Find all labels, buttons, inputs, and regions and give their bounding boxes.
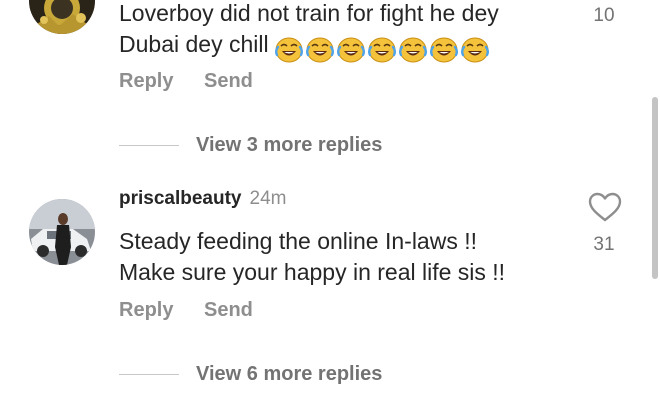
- timestamp: 24m: [249, 188, 287, 209]
- face-with-tears-of-joy-icon: [367, 37, 396, 63]
- comments-page: Loverboy did not train for fight he dey …: [0, 0, 660, 400]
- comment-line: Loverboy did not train for fight he dey: [119, 0, 499, 26]
- view-replies-label: View 3 more replies: [196, 133, 383, 156]
- reply-button[interactable]: Reply: [119, 70, 173, 93]
- avatar[interactable]: [29, 0, 95, 34]
- send-button[interactable]: Send: [204, 70, 253, 93]
- divider-line: [119, 144, 179, 146]
- heart-outline-icon[interactable]: [588, 192, 622, 222]
- avatar[interactable]: [29, 199, 95, 265]
- send-button[interactable]: Send: [204, 299, 253, 322]
- face-with-tears-of-joy-icon: [305, 37, 334, 63]
- emoji-group: [274, 33, 492, 64]
- view-replies-label: View 6 more replies: [196, 362, 383, 385]
- comment-text: Steady feeding the online In-laws !! Mak…: [119, 226, 505, 288]
- comment-line-text: Dubai dey chill: [119, 31, 269, 57]
- comment-header: priscalbeauty 24m: [119, 188, 286, 210]
- face-with-tears-of-joy-icon: [398, 37, 427, 63]
- face-with-tears-of-joy-icon: [460, 37, 489, 63]
- comment-text: Loverboy did not train for fight he dey …: [119, 0, 499, 64]
- comment-line: Make sure your happy in real life sis !!: [119, 259, 506, 285]
- like-count: 10: [593, 5, 615, 26]
- comment-line: Steady feeding the online In-laws !!: [119, 228, 478, 254]
- divider-line: [119, 373, 179, 375]
- username-link[interactable]: priscalbeauty: [119, 188, 242, 209]
- like-count: 31: [593, 234, 615, 255]
- scrollbar[interactable]: [652, 97, 658, 279]
- view-more-replies[interactable]: View 3 more replies: [119, 133, 382, 157]
- face-with-tears-of-joy-icon: [336, 37, 365, 63]
- view-more-replies[interactable]: View 6 more replies: [119, 362, 382, 386]
- reply-button[interactable]: Reply: [119, 299, 173, 322]
- comment-line: Dubai dey chill: [119, 29, 499, 64]
- face-with-tears-of-joy-icon: [274, 37, 303, 63]
- face-with-tears-of-joy-icon: [429, 37, 458, 63]
